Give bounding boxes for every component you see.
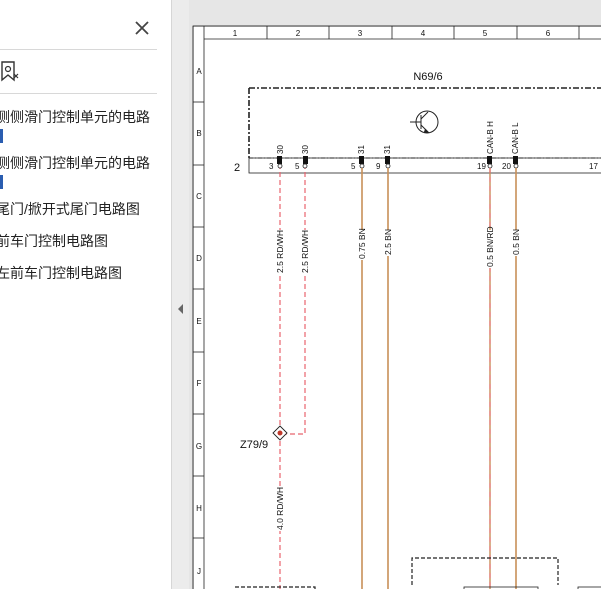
bookmark-settings-icon[interactable] bbox=[0, 60, 22, 84]
wire-label: 2.5 BN bbox=[383, 229, 393, 255]
bookmark-item[interactable]: 尾门/掀开式尾门电路图 bbox=[0, 198, 140, 220]
pin-header: 30 bbox=[276, 145, 285, 154]
pin-header: 30 bbox=[301, 145, 310, 154]
pin-header: CAN-B H bbox=[486, 121, 495, 154]
pin-header: 31 bbox=[383, 145, 392, 154]
row-label: B bbox=[196, 129, 201, 138]
wire-red bbox=[286, 164, 306, 435]
bookmarks-panel: 侧侧滑门控制单元的电路 侧侧滑门控制单元的电路 尾门/掀开式尾门电路图 前车门控… bbox=[0, 0, 171, 589]
component-label: N69/6 bbox=[413, 71, 442, 83]
wire-label: 4.0 RD/WH bbox=[275, 487, 285, 530]
column-label: 5 bbox=[483, 29, 488, 38]
pin-header: 31 bbox=[357, 145, 366, 154]
wire-label: 2.5 RD/WH bbox=[275, 230, 285, 273]
bookmark-marker bbox=[0, 175, 3, 189]
pdf-page: 1 2 3 4 5 6 A B C D E F G H J N69/6 2 30… bbox=[192, 25, 601, 589]
close-icon[interactable] bbox=[130, 16, 154, 40]
column-label: 4 bbox=[421, 29, 426, 38]
connector-number: 2 bbox=[234, 162, 240, 174]
wire-label: 0.5 BN/RD bbox=[485, 226, 495, 267]
row-label: E bbox=[196, 317, 201, 326]
panel-splitter[interactable] bbox=[171, 0, 190, 589]
row-label: C bbox=[196, 192, 202, 201]
panel-divider bbox=[0, 93, 157, 94]
wire-label: 2.5 RD/WH bbox=[300, 230, 310, 273]
column-label: 6 bbox=[546, 29, 551, 38]
wire-label: 0.75 BN bbox=[357, 228, 367, 259]
splice-label: Z79/9 bbox=[240, 439, 268, 451]
pin-number: 5 bbox=[295, 162, 300, 171]
pin-number: 3 bbox=[269, 162, 274, 171]
row-label: A bbox=[196, 67, 202, 76]
transistor-icon bbox=[410, 110, 439, 134]
pin-number: 19 bbox=[477, 162, 486, 171]
bookmark-marker bbox=[0, 129, 3, 143]
row-label: G bbox=[196, 442, 202, 451]
bookmark-item[interactable]: 左前车门控制电路图 bbox=[0, 262, 122, 284]
panel-divider bbox=[0, 49, 157, 50]
splice-icon bbox=[272, 425, 288, 441]
column-label: 2 bbox=[296, 29, 301, 38]
column-label: 1 bbox=[233, 29, 238, 38]
bookmark-item[interactable]: 侧侧滑门控制单元的电路 bbox=[0, 106, 150, 128]
bookmark-item[interactable]: 侧侧滑门控制单元的电路 bbox=[0, 152, 150, 174]
row-label: H bbox=[196, 504, 202, 513]
wiring-diagram: 1 2 3 4 5 6 A B C D E F G H J N69/6 2 30… bbox=[192, 25, 601, 589]
row-label: F bbox=[197, 379, 202, 388]
pin-header: CAN-B L bbox=[511, 122, 520, 154]
collapse-arrow-icon[interactable] bbox=[176, 302, 186, 316]
pin-number: 17 bbox=[589, 162, 598, 171]
document-viewer[interactable]: 1 2 3 4 5 6 A B C D E F G H J N69/6 2 30… bbox=[189, 0, 601, 589]
column-label: 3 bbox=[358, 29, 363, 38]
pin-number: 20 bbox=[502, 162, 511, 171]
bookmark-item[interactable]: 前车门控制电路图 bbox=[0, 230, 108, 252]
pin-number: 5 bbox=[351, 162, 356, 171]
row-label: D bbox=[196, 254, 202, 263]
row-label: J bbox=[197, 567, 201, 576]
wire-label: 0.5 BN bbox=[511, 229, 521, 255]
pin-number: 9 bbox=[376, 162, 381, 171]
